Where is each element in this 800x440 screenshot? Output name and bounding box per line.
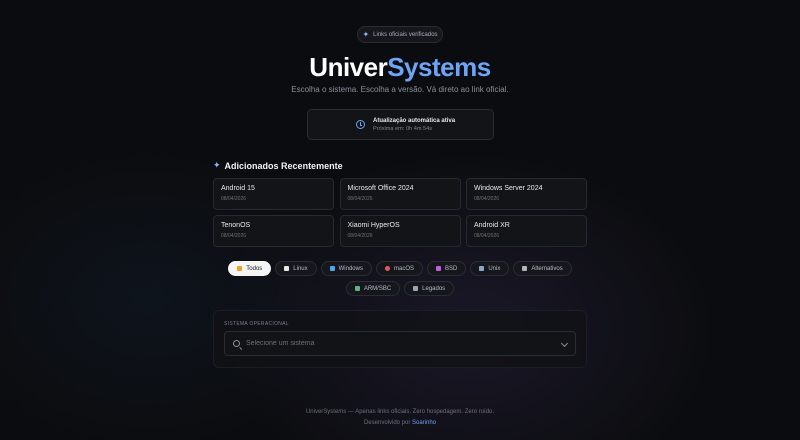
- author-link[interactable]: Soarinho: [412, 420, 436, 426]
- os-search-input[interactable]: [246, 340, 546, 347]
- filter-label: Unix: [488, 265, 501, 272]
- device-icon: [522, 266, 528, 271]
- recent-heading-text: Adicionados Recentemente: [224, 160, 343, 171]
- sparkle-icon: ✦: [362, 29, 370, 39]
- filter-chip-macos[interactable]: macOS: [375, 261, 423, 276]
- recent-card-date: 08/04/2026: [221, 233, 247, 239]
- clock-icon: [356, 120, 365, 129]
- filter-label: Linux: [293, 265, 308, 272]
- page: ✦ Links oficiais verificados UniverSyste…: [0, 0, 800, 440]
- footer-tagline: UniverSystems — Apenas links oficiais. Z…: [305, 409, 495, 415]
- auto-update-countdown: Próxima em: 0h 4m 54s: [373, 125, 433, 132]
- penguin-icon: [284, 266, 290, 271]
- os-select-field[interactable]: [224, 331, 576, 356]
- apple-icon: [384, 266, 390, 271]
- recent-card[interactable]: Xiaomi HyperOS 08/04/2026: [339, 215, 461, 247]
- filter-label: Windows: [338, 265, 363, 272]
- filter-chip-unix[interactable]: Unix: [470, 261, 510, 276]
- filter-label: Todos: [246, 265, 263, 272]
- auto-update-title: Atualização automática ativa: [373, 117, 456, 124]
- recent-card-name: TenonOS: [221, 222, 251, 229]
- filter-label: Legados: [422, 285, 446, 292]
- windows-icon: [329, 266, 335, 271]
- filter-chip-arm-sbc[interactable]: ARM/SBC: [345, 281, 401, 296]
- recent-card-date: 08/04/2026: [221, 196, 247, 202]
- recent-card-name: Xiaomi HyperOS: [347, 222, 400, 229]
- recent-card[interactable]: TenonOS 08/04/2026: [213, 215, 334, 247]
- recent-card-name: Android 15: [221, 185, 255, 192]
- verified-links-badge: ✦ Links oficiais verificados: [357, 26, 443, 43]
- filter-chip-todos[interactable]: Todos: [228, 261, 272, 276]
- footer-credit-prefix: Desenvolvido por: [363, 420, 412, 426]
- bsd-icon: [436, 266, 441, 271]
- filter-label: Alternativos: [531, 265, 563, 272]
- filter-label: BSD: [445, 265, 458, 272]
- recent-card-date: 08/04/2026: [347, 196, 373, 202]
- recent-card[interactable]: Microsoft Office 2024 08/04/2026: [339, 178, 461, 210]
- recent-card-name: Windows Server 2024: [474, 185, 543, 192]
- chevron-down-icon[interactable]: [560, 339, 569, 348]
- recent-cards-grid: Android 15 08/04/2026 Microsoft Office 2…: [213, 178, 587, 247]
- recent-card[interactable]: Windows Server 2024 08/04/2026: [466, 178, 587, 210]
- page-subtitle: Escolha o sistema. Escolha a versão. Vá …: [291, 85, 509, 94]
- filter-chip-legados[interactable]: Legados: [404, 281, 455, 296]
- filter-chip-linux[interactable]: Linux: [275, 261, 317, 276]
- terminal-icon: [479, 266, 485, 271]
- filter-chip-bsd[interactable]: BSD: [427, 261, 467, 276]
- category-filters: Todos Linux Windows macOS BSD Unix Alter…: [213, 261, 587, 296]
- sparkle-icon: ✦: [213, 160, 221, 170]
- recent-card[interactable]: Android XR 08/04/2026: [466, 215, 587, 247]
- brand-part-1: Univer: [309, 52, 388, 82]
- os-selector-label: SISTEMA OPERACIONAL: [224, 321, 289, 327]
- recent-card-date: 08/04/2026: [474, 233, 500, 239]
- lightning-icon: [237, 266, 243, 271]
- recent-card-name: Microsoft Office 2024: [347, 185, 414, 192]
- recent-card-name: Android XR: [474, 222, 510, 229]
- filter-chip-alternativos[interactable]: Alternativos: [513, 261, 572, 276]
- badge-text: Links oficiais verificados: [373, 31, 438, 38]
- footer-credit: Desenvolvido por Soarinho: [0, 418, 800, 429]
- auto-update-panel: Atualização automática ativa Próxima em:…: [307, 109, 494, 140]
- board-icon: [354, 286, 360, 291]
- filter-chip-windows[interactable]: Windows: [320, 261, 372, 276]
- filter-label: macOS: [393, 265, 414, 272]
- recent-heading: ✦ Adicionados Recentemente: [213, 160, 343, 171]
- recent-card-date: 08/04/2026: [347, 233, 373, 239]
- search-icon: [233, 340, 240, 347]
- recent-card[interactable]: Android 15 08/04/2026: [213, 178, 334, 210]
- recent-card-date: 08/04/2026: [474, 196, 500, 202]
- filter-label: ARM/SBC: [363, 285, 392, 292]
- os-selector-panel: SISTEMA OPERACIONAL: [213, 310, 587, 368]
- floppy-icon: [413, 286, 419, 291]
- brand-part-2: Systems: [387, 52, 491, 82]
- page-footer: UniverSystems — Apenas links oficiais. Z…: [0, 407, 800, 429]
- brand-title: UniverSystems: [0, 52, 800, 82]
